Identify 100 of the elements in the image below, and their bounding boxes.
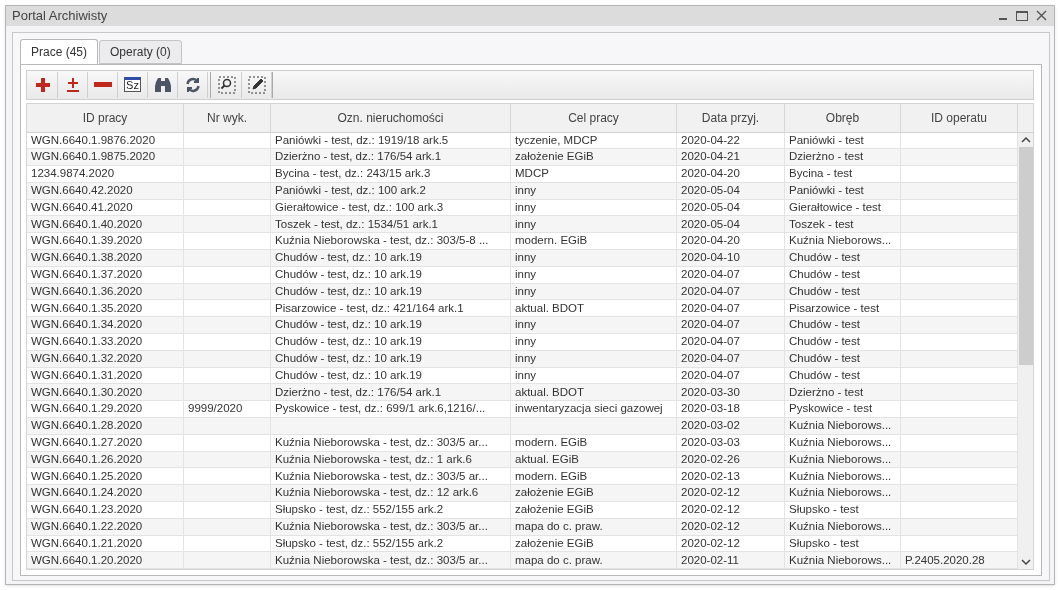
- table-cell: Kuźnia Nieborows...: [789, 487, 892, 499]
- scrollbar-thumb[interactable]: [1018, 146, 1033, 365]
- table-cell: inny: [515, 369, 537, 382]
- table-cell: Chudów - test: [789, 336, 860, 348]
- table-cell: Pyskowice - test, dz.: 699/1 ark.6,1216/...: [275, 403, 486, 415]
- table-cell: Paniówki - test, dz.: 1919/18 ark.5: [275, 134, 449, 147]
- table-cell: 2020-02-13: [681, 470, 740, 483]
- table-cell: WGN.6640.1.26.2020: [31, 453, 143, 466]
- table-cell: Kuźnia Nieborowska - test, dz.: 12 ark.6: [275, 487, 479, 499]
- table-cell: Kuźnia Nieborows...: [789, 235, 892, 247]
- column-header[interactable]: ID operatu: [901, 103, 1018, 132]
- table-row[interactable]: WGN.6640.1.25.2020 Kuźnia Nieborowska - test, dz.: 303/5 ar... modern. EGiB 2020-02-13 Kuźnia Nieborows...: [27, 468, 1018, 486]
- table-row[interactable]: WGN.6640.1.24.2020 Kuźnia Nieborowska - test, dz.: 12 ark.6 założenie EGiB 2020-02-12 Kuźnia Nieborows...: [27, 485, 1018, 503]
- table-cell: modern. EGiB: [515, 470, 588, 483]
- table-cell: Kuźnia Nieborowska - test, dz.: 1 ark.6: [275, 453, 472, 466]
- table-cell: Pisarzowice - test, dz.: 421/164 ark.1: [275, 302, 464, 315]
- table-cell: Słupsko - test, dz.: 552/155 ark.2: [275, 537, 444, 550]
- table-cell: Toszek - test, dz.: 1534/51 ark.1: [275, 218, 438, 231]
- table-cell: WGN.6640.1.23.2020: [31, 504, 143, 516]
- table-cell: WGN.6640.1.39.2020: [31, 235, 143, 247]
- table-cell: 2020-04-07: [681, 285, 740, 298]
- table-cell: WGN.6640.1.33.2020: [31, 336, 143, 348]
- table-cell: WGN.6640.1.36.2020: [31, 285, 143, 298]
- scrollbar[interactable]: [1018, 132, 1033, 570]
- table-cell: modern. EGiB: [515, 437, 588, 449]
- table-cell: 2020-04-22: [681, 134, 740, 147]
- table-cell: 2020-02-12: [681, 520, 740, 533]
- table-cell: 2020-03-30: [681, 386, 740, 399]
- table-cell: Pisarzowice - test: [789, 302, 880, 315]
- table-cell: WGN.6640.1.34.2020: [31, 319, 143, 331]
- table-cell: WGN.6640.1.28.2020: [31, 420, 143, 432]
- table-row[interactable]: WGN.6640.1.34.2020 Chudów - test, dz.: 10 ark.19 inny 2020-04-07 Chudów - test: [27, 317, 1018, 335]
- table-cell: inny: [515, 336, 537, 348]
- table-cell: WGN.6640.1.25.2020: [31, 470, 143, 483]
- table-cell: 2020-03-18: [681, 403, 740, 415]
- table-row[interactable]: WGN.6640.1.23.2020 Słupsko - test, dz.: 552/155 ark.2 założenie EGiB 2020-02-12 Słupsko - test: [27, 502, 1018, 519]
- table-cell: WGN.6640.1.24.2020: [31, 487, 143, 499]
- table-cell: Dzierżno - test: [789, 151, 864, 163]
- table-cell: Chudów - test, dz.: 10 ark.19: [275, 336, 423, 348]
- table-cell: Kuźnia Nieborows...: [789, 453, 892, 466]
- table-row[interactable]: WGN.6640.1.39.2020 Kuźnia Nieborowska - test, dz.: 303/5-8 ... modern. EGiB 2020-04-20 Kuźnia Nieborows...: [27, 233, 1018, 251]
- table-row[interactable]: WGN.6640.1.38.2020 Chudów - test, dz.: 10 ark.19 inny 2020-04-10 Chudów - test: [27, 250, 1018, 267]
- column-header[interactable]: Nr wyk.: [184, 103, 271, 132]
- table-cell: WGN.6640.1.35.2020: [31, 302, 143, 315]
- table-cell: aktual. EGiB: [515, 453, 579, 466]
- table-cell: inny: [515, 319, 537, 331]
- table-row[interactable]: WGN.6640.1.35.2020 Pisarzowice - test, dz.: 421/164 ark.1 aktual. BDOT 2020-04-07 Pisarzowice - test: [27, 300, 1018, 318]
- table-cell: Chudów - test, dz.: 10 ark.19: [275, 269, 423, 281]
- close-button[interactable]: [1036, 9, 1048, 22]
- maximize-button[interactable]: [1016, 10, 1028, 21]
- table-cell: WGN.6640.1.9876.2020: [31, 134, 156, 147]
- table-cell: założenie EGiB: [515, 504, 594, 516]
- column-header[interactable]: Cel pracy: [511, 103, 677, 132]
- table-row[interactable]: WGN.6640.1.9875.2020 Dzierżno - test, dz.: 176/54 ark.1 założenie EGiB 2020-04-21 Dzierżno - test: [27, 149, 1018, 167]
- refresh-icon: [184, 76, 201, 93]
- table-cell: Kuźnia Nieborows...: [789, 520, 892, 533]
- text-button[interactable]: Sz: [118, 71, 148, 98]
- table-cell: WGN.6640.1.32.2020: [31, 353, 143, 365]
- table-row[interactable]: WGN.6640.1.20.2020 Kuźnia Nieborowska - test, dz.: 303/5 ar... mapa do c. praw. 2020-02-11 Kuźnia Nieborows... P.2405.2020.28: [27, 552, 1018, 570]
- table-cell: inny: [515, 285, 537, 298]
- table-cell: tyczenie, MDCP: [515, 134, 598, 147]
- table-row[interactable]: WGN.6640.1.30.2020 Dzierżno - test, dz.: 176/54 ark.1 aktual. BDOT 2020-03-30 Dzierżno - test: [27, 384, 1018, 402]
- column-header[interactable]: Ozn. nieruchomości: [271, 103, 511, 132]
- table-cell: inny: [515, 269, 537, 281]
- table-cell: Chudów - test, dz.: 10 ark.19: [275, 285, 423, 298]
- binoculars-icon: [153, 76, 172, 93]
- table-row[interactable]: WGN.6640.1.29.2020 9999/2020 Pyskowice - test, dz.: 699/1 ark.6,1216/... inwentaryzacja sieci gazowej 2020-03-18 Pyskowice - test: [27, 401, 1018, 419]
- column-header[interactable]: Data przyj.: [677, 103, 785, 132]
- table-cell: Słupsko - test: [789, 537, 859, 550]
- window-title: Portal Archiwisty: [12, 7, 108, 25]
- table-cell: Chudów - test: [789, 252, 860, 264]
- table-cell: 2020-03-02: [681, 420, 740, 432]
- table-cell: Pyskowice - test: [789, 403, 873, 415]
- table-cell: WGN.6640.1.21.2020: [31, 537, 143, 550]
- table-cell: P.2405.2020.28: [905, 554, 985, 567]
- tab[interactable]: Prace (45): [20, 38, 99, 65]
- table-cell: 9999/2020: [188, 403, 243, 415]
- table-row[interactable]: 1234.9874.2020 Bycina - test, dz.: 243/15 ark.3 MDCP 2020-04-20 Bycina - test: [27, 166, 1018, 183]
- column-header[interactable]: ID pracy: [27, 103, 184, 132]
- tab[interactable]: Operaty (0): [99, 39, 182, 64]
- table-cell: inny: [515, 185, 537, 197]
- column-header[interactable]: Obręb: [785, 103, 901, 132]
- table-cell: Kuźnia Nieborowska - test, dz.: 303/5 ar...: [275, 520, 488, 533]
- table-cell: aktual. BDOT: [515, 386, 585, 399]
- table-cell: Toszek - test: [789, 218, 854, 231]
- table-cell: inny: [515, 218, 537, 231]
- table-cell: 2020-04-07: [681, 269, 740, 281]
- table-row[interactable]: WGN.6640.1.28.2020 2020-03-02 Kuźnia Nieborows...: [27, 418, 1018, 435]
- table-cell: WGN.6640.1.9875.2020: [31, 151, 156, 163]
- table-cell: Kuźnia Nieborowska - test, dz.: 303/5 ar...: [275, 554, 488, 567]
- table-cell: aktual. BDOT: [515, 302, 585, 315]
- table-cell: 2020-04-07: [681, 302, 740, 315]
- table-cell: mapa do c. praw.: [515, 520, 603, 533]
- table-cell: 2020-04-07: [681, 319, 740, 331]
- table-row[interactable]: WGN.6640.1.40.2020 Toszek - test, dz.: 1534/51 ark.1 inny 2020-05-04 Toszek - test: [27, 216, 1018, 234]
- table-cell: Kuźnia Nieborowska - test, dz.: 303/5-8 ...: [275, 235, 489, 247]
- table-cell: modern. EGiB: [515, 235, 588, 247]
- table-cell: założenie EGiB: [515, 487, 594, 499]
- table-row[interactable]: WGN.6640.1.33.2020 Chudów - test, dz.: 10 ark.19 inny 2020-04-07 Chudów - test: [27, 334, 1018, 351]
- table-cell: Chudów - test, dz.: 10 ark.19: [275, 369, 423, 382]
